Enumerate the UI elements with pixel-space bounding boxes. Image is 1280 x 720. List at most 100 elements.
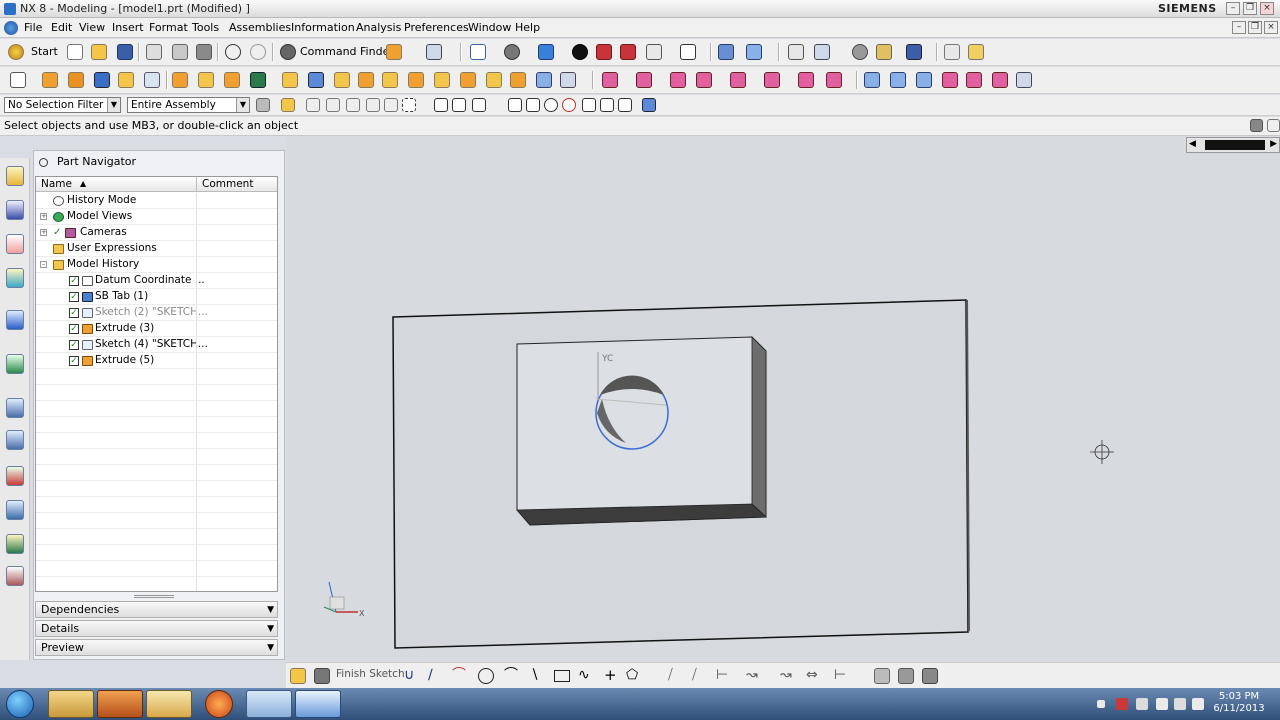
section-preview[interactable]: Preview ▼ (35, 639, 278, 656)
constraint-navigator-icon[interactable] (6, 200, 24, 220)
ruler-icon[interactable] (944, 44, 960, 60)
move-feature-icon[interactable] (798, 72, 814, 88)
suppress-feature-icon[interactable] (670, 72, 686, 88)
finish-sketch-icon[interactable] (314, 668, 330, 684)
menu-format[interactable]: Format (149, 21, 188, 34)
shell-icon[interactable] (408, 72, 424, 88)
tray-expand-icon[interactable] (1097, 700, 1105, 708)
system-clock[interactable]: 5:03 PM 6/11/2013 (1207, 691, 1271, 715)
nx-taskbar-icon[interactable] (295, 690, 341, 718)
snap-intersection-icon[interactable] (526, 98, 540, 112)
feature-visibility-checkbox[interactable]: ✓ (69, 324, 79, 334)
wcs-icon[interactable] (718, 44, 734, 60)
view-orient-icon[interactable] (504, 44, 520, 60)
wcs-dynamics-icon[interactable] (746, 44, 762, 60)
edit-parameters-icon[interactable] (636, 72, 652, 88)
snap-existing-point-icon[interactable] (600, 98, 614, 112)
measure-icon[interactable] (876, 44, 892, 60)
menu-edit[interactable]: Edit (51, 21, 72, 34)
redo-icon[interactable] (250, 44, 266, 60)
offset-curve-icon[interactable]: ↝ (746, 668, 762, 684)
roles-icon[interactable] (6, 534, 24, 554)
volume-icon[interactable] (1174, 698, 1186, 710)
pocket-icon[interactable] (224, 72, 240, 88)
revolve-icon[interactable] (68, 72, 84, 88)
menu-tools[interactable]: Tools (192, 21, 219, 34)
chamfer-sketch-icon[interactable]: ∖ (530, 668, 546, 684)
section-dependencies[interactable]: Dependencies ▼ (35, 601, 278, 618)
restore-button[interactable]: ❐ (1243, 2, 1257, 15)
filter-settings-icon[interactable] (256, 98, 270, 112)
save-icon[interactable] (117, 44, 133, 60)
part-navigator-icon[interactable] (6, 234, 24, 254)
select-edge-icon[interactable] (346, 98, 360, 112)
start-button[interactable]: Start (31, 45, 58, 58)
boss-icon[interactable] (198, 72, 214, 88)
column-header-comment[interactable]: Comment (197, 177, 277, 192)
snap-midpoint-icon[interactable] (452, 98, 466, 112)
polygon-icon[interactable]: ⬠ (626, 668, 642, 684)
quick-extend-icon[interactable]: ⧸ (692, 668, 708, 684)
sketch-task-icon[interactable] (290, 668, 306, 684)
undo-icon[interactable] (225, 44, 241, 60)
chevron-down-icon[interactable]: ▼ (107, 98, 120, 112)
pad-icon[interactable] (250, 72, 266, 88)
start-icon[interactable] (8, 44, 24, 60)
datum-plane-icon[interactable] (560, 72, 576, 88)
tree-row-extrude-3[interactable]: ✓ Extrude (3) (36, 321, 277, 337)
fit-icon[interactable] (470, 44, 486, 60)
cut-icon[interactable] (146, 44, 162, 60)
collapse-icon[interactable]: – (40, 261, 47, 268)
tree-row-extrude-5[interactable]: ✓ Extrude (5) (36, 353, 277, 369)
sew-icon[interactable] (992, 72, 1008, 88)
replay-feature-icon[interactable] (764, 72, 780, 88)
snap-bounding-box-icon[interactable] (642, 98, 656, 112)
command-finder-icon[interactable] (280, 44, 296, 60)
pattern-curve-icon[interactable]: ↝ (780, 668, 796, 684)
select-feature-icon[interactable] (281, 98, 295, 112)
studio-icon[interactable] (646, 44, 662, 60)
action-center-icon[interactable] (1116, 698, 1128, 710)
menu-preferences[interactable]: Preferences (404, 21, 469, 34)
system-visualization-icon[interactable] (6, 566, 24, 586)
finish-sketch-button[interactable]: Finish Sketch (336, 668, 405, 680)
derived-lines-icon[interactable]: ⊢ (834, 668, 850, 684)
snap-line-icon[interactable] (472, 98, 486, 112)
new-icon[interactable] (67, 44, 83, 60)
web-browser-icon[interactable] (6, 354, 24, 374)
section-details[interactable]: Details ▼ (35, 620, 278, 637)
paste-icon[interactable] (196, 44, 212, 60)
snap-quadrant-icon[interactable] (562, 98, 576, 112)
feature-visibility-checkbox[interactable]: ✓ (69, 308, 79, 318)
show-hide-icon[interactable] (906, 44, 922, 60)
point-icon[interactable]: + (604, 668, 620, 684)
snap-control-icon[interactable] (508, 98, 522, 112)
selection-filter-dropdown[interactable]: No Selection Filter ▼ (4, 97, 121, 113)
scroll-thumb[interactable] (1205, 140, 1265, 150)
rectangle-icon[interactable] (554, 670, 570, 682)
synchronous-icon[interactable] (1016, 72, 1032, 88)
through-curves-icon[interactable] (890, 72, 906, 88)
menu-assemblies[interactable]: Assemblies (229, 21, 291, 34)
intersect-icon[interactable] (334, 72, 350, 88)
reorder-feature-icon[interactable] (730, 72, 746, 88)
command-finder-button[interactable]: Command Finder (300, 45, 394, 58)
mirror-curve-icon[interactable]: ⇔ (806, 668, 822, 684)
trim-body-icon[interactable] (460, 72, 476, 88)
selection-icon[interactable] (426, 44, 442, 60)
brush-icon[interactable] (968, 44, 984, 60)
surface-icon[interactable] (864, 72, 880, 88)
close-button[interactable]: × (1260, 2, 1274, 15)
device-icon[interactable] (1156, 698, 1168, 710)
snap-endpoint-icon[interactable] (434, 98, 448, 112)
cylinder-icon[interactable] (118, 72, 134, 88)
column-header-name[interactable]: Name ▲ (36, 177, 197, 192)
tree-row-history-mode[interactable]: History Mode (36, 193, 277, 209)
reuse-library-icon[interactable] (6, 268, 24, 288)
menu-insert[interactable]: Insert (112, 21, 144, 34)
constraints-icon[interactable] (874, 668, 890, 684)
app-menu-icon[interactable] (4, 21, 18, 35)
folder-taskbar-icon[interactable] (246, 690, 292, 718)
explorer-taskbar-icon[interactable] (48, 690, 94, 718)
process-studio-icon[interactable] (6, 500, 24, 520)
